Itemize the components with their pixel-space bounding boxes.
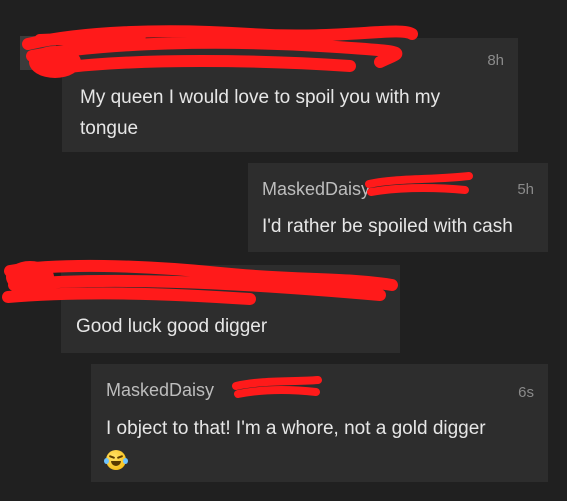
reply-text-content: I object to that! I'm a whore, not a gol… <box>106 418 486 439</box>
comment-text: Good luck good digger <box>76 316 268 337</box>
reply-time: 6s <box>518 384 534 401</box>
reply-time: 5h <box>517 181 534 198</box>
reply-author-name[interactable]: MaskedDaisy <box>106 380 214 401</box>
commenter-avatar[interactable] <box>20 36 56 70</box>
comment-text: My queen I would love to spoil you with … <box>80 87 441 139</box>
comment-thread: 8h My queen I would love to spoil you wi… <box>0 0 567 501</box>
reply-author-name[interactable]: MaskedDaisy <box>262 179 370 200</box>
reply-text: I object to that! I'm a whore, not a gol… <box>104 413 536 475</box>
rolling-on-floor-laughing-emoji <box>104 449 128 470</box>
reply-text: I'd rather be spoiled with cash <box>262 216 513 237</box>
comment-time: 8h <box>487 52 504 69</box>
